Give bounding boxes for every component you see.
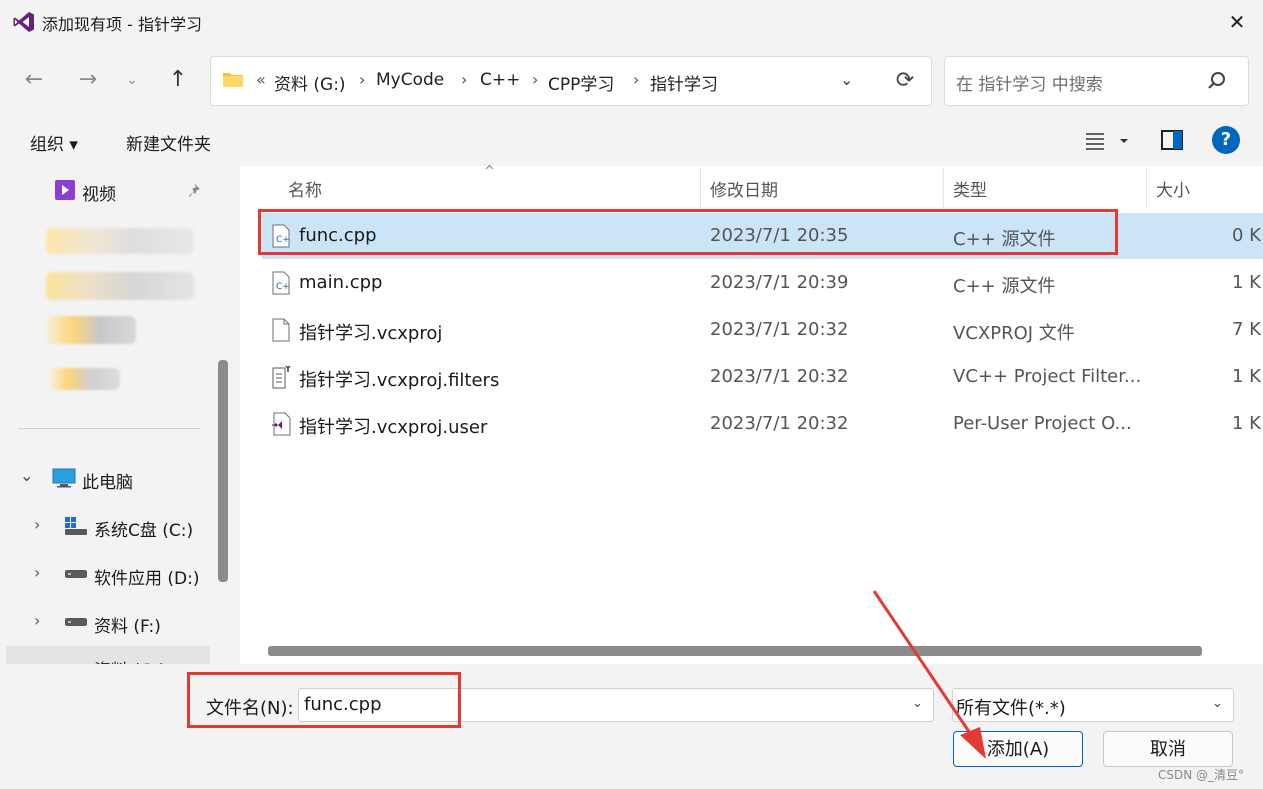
breadcrumb-item[interactable]: 资料 (G:) xyxy=(274,70,346,95)
file-name[interactable]: 指针学习.vcxproj xyxy=(299,319,442,345)
breadcrumb-separator[interactable]: › xyxy=(633,70,639,89)
cpp-file-icon: C+ xyxy=(272,271,290,295)
preview-pane-icon[interactable] xyxy=(1160,128,1184,152)
watermark: CSDN @_清豆° xyxy=(1158,768,1245,782)
blank-file-icon xyxy=(272,318,290,342)
address-dropdown-chevron-icon[interactable]: ⌄ xyxy=(840,70,853,89)
cancel-button[interactable]: 取消 xyxy=(1103,731,1233,767)
sidebar-divider xyxy=(18,428,200,429)
breadcrumb-separator[interactable]: › xyxy=(532,70,538,89)
file-date: 2023/7/1 20:32 xyxy=(710,319,849,340)
drive-expand-chevron-icon[interactable]: › xyxy=(34,515,40,534)
obscured-sidebar-item[interactable] xyxy=(46,228,194,254)
annotation-arrow-icon xyxy=(872,590,986,759)
filters-file-icon xyxy=(272,365,291,389)
search-placeholder: 在 指针学习 中搜索 xyxy=(956,75,1103,95)
recent-locations-button[interactable]: ⌄ xyxy=(114,62,150,98)
file-type: C++ 源文件 xyxy=(953,276,1056,297)
file-name[interactable]: 指针学习.vcxproj.filters xyxy=(299,366,499,392)
folder-icon xyxy=(223,73,243,87)
breadcrumb-item[interactable]: C++ xyxy=(480,70,520,90)
back-button[interactable]: ← xyxy=(16,62,52,98)
drive-icon xyxy=(65,570,87,578)
visual-studio-logo-icon xyxy=(13,12,34,32)
drive-icon xyxy=(65,618,87,626)
this-pc-icon xyxy=(52,468,76,488)
breadcrumb-item[interactable]: MyCode xyxy=(376,70,444,90)
file-name[interactable]: main.cpp xyxy=(299,272,382,293)
sidebar-item-this-pc[interactable]: 此电脑 xyxy=(82,468,133,493)
window-title: 添加现有项 - 指针学习 xyxy=(42,15,202,34)
sort-ascending-indicator-icon: ^ xyxy=(484,164,495,179)
sidebar-item-drive-g-selected[interactable]: 资料 (G:) xyxy=(6,646,210,664)
sidebar-item-drive-d[interactable]: 软件应用 (D:) xyxy=(94,564,200,589)
column-header-type[interactable]: 类型 xyxy=(953,176,987,201)
file-type: VCXPROJ 文件 xyxy=(953,323,1075,344)
annotation-box-selected-file xyxy=(258,209,1118,255)
sidebar-item-drive-f[interactable]: 资料 (F:) xyxy=(94,612,161,637)
obscured-sidebar-item[interactable] xyxy=(46,368,120,390)
windows-drive-icon xyxy=(65,517,87,535)
help-button[interactable]: ? xyxy=(1212,126,1240,154)
view-options-icon[interactable] xyxy=(1082,128,1132,154)
file-date: 2023/7/1 20:32 xyxy=(710,413,849,434)
breadcrumb-item-current[interactable]: 指针学习 xyxy=(650,70,718,95)
drive-expand-chevron-icon[interactable]: › xyxy=(34,611,40,630)
this-pc-expand-chevron-icon[interactable]: ⌄ xyxy=(20,466,33,485)
sidebar-item-videos[interactable]: 视频 xyxy=(82,180,116,205)
column-divider[interactable] xyxy=(943,168,944,208)
sidebar-item-label: 资料 (G:) xyxy=(94,656,166,664)
file-date: 2023/7/1 20:39 xyxy=(710,272,849,293)
file-type: VC++ Project Filter... xyxy=(953,366,1142,387)
column-header-size[interactable]: 大小 xyxy=(1156,176,1190,201)
file-size: 1 K xyxy=(1232,413,1261,434)
horizontal-scrollbar[interactable] xyxy=(268,646,1202,656)
file-size: 1 K xyxy=(1232,272,1261,293)
column-header-date[interactable]: 修改日期 xyxy=(710,176,778,201)
sidebar-item-drive-c[interactable]: 系统C盘 (C:) xyxy=(94,516,193,541)
file-size: 0 K xyxy=(1232,225,1261,246)
drive-expand-chevron-icon[interactable]: › xyxy=(34,563,40,582)
organize-menu-button[interactable]: 组织 ▾ xyxy=(30,130,78,155)
obscured-sidebar-item[interactable] xyxy=(46,272,194,300)
breadcrumb-prefix: « xyxy=(256,70,266,89)
column-divider[interactable] xyxy=(700,168,701,208)
up-folder-button[interactable]: ↑ xyxy=(160,62,196,98)
forward-button[interactable]: → xyxy=(70,62,106,98)
file-date: 2023/7/1 20:32 xyxy=(710,366,849,387)
pin-icon[interactable] xyxy=(188,181,206,199)
sidebar-scrollbar[interactable] xyxy=(218,360,228,582)
new-folder-button[interactable]: 新建文件夹 xyxy=(126,130,211,155)
file-size: 7 K xyxy=(1232,319,1261,340)
breadcrumb-separator[interactable]: › xyxy=(359,70,365,89)
file-size: 1 K xyxy=(1232,366,1261,387)
file-type-chevron-icon[interactable]: ⌄ xyxy=(1212,696,1223,711)
vs-user-file-icon xyxy=(272,412,291,436)
file-name[interactable]: 指针学习.vcxproj.user xyxy=(299,413,487,439)
refresh-button[interactable]: ⟳ xyxy=(890,66,920,96)
obscured-sidebar-item[interactable] xyxy=(46,316,136,344)
file-type: Per-User Project O... xyxy=(953,413,1132,434)
breadcrumb-item[interactable]: CPP学习 xyxy=(548,70,614,95)
column-divider[interactable] xyxy=(1146,168,1147,208)
videos-icon xyxy=(55,180,75,200)
annotation-box-filename xyxy=(187,672,461,728)
close-window-button[interactable]: ✕ xyxy=(1220,6,1254,38)
svg-text:C+: C+ xyxy=(276,282,290,292)
breadcrumb-separator[interactable]: › xyxy=(461,70,467,89)
column-header-name[interactable]: 名称 xyxy=(288,176,322,201)
search-icon[interactable] xyxy=(1206,70,1228,92)
